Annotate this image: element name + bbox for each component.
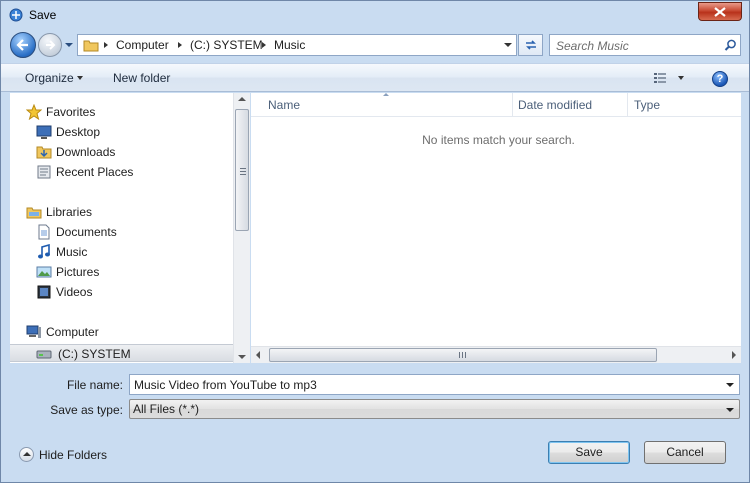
file-list[interactable]: Name Date modified Type No items match y… [251,93,741,363]
save-dialog: Save Computer (C:) SYSTEM Music Search M… [0,0,750,483]
refresh-icon [526,40,536,50]
file-list-horizontal-scrollbar[interactable] [251,346,741,363]
save-button[interactable]: Save [548,441,630,464]
window-title: Save [29,8,57,22]
nav-label: Favorites [46,105,96,119]
file-name-label: File name: [66,378,123,392]
recent-places-icon [37,165,51,179]
folder-icon [83,40,99,52]
save-as-type-value: All Files (*.*) [133,402,200,416]
search-input[interactable] [556,38,716,53]
nav-label: Desktop [56,125,101,139]
nav-label: Videos [56,285,93,299]
documents-icon [38,224,50,240]
breadcrumb-music[interactable]: Music [274,38,305,52]
sort-indicator-icon [383,93,389,96]
forward-button[interactable] [38,33,62,57]
command-bar: Organize New folder ? [1,63,749,92]
recent-pages-dropdown-icon[interactable] [64,41,74,49]
navigation-pane-scrollbar[interactable] [233,93,250,363]
new-folder-button[interactable]: New folder [113,71,170,85]
change-view-icon[interactable] [654,73,670,85]
hide-folders-label: Hide Folders [39,448,108,462]
nav-item-system-drive[interactable]: (C:) SYSTEM [10,344,242,362]
chevron-down-icon[interactable] [726,408,734,412]
column-header-row: Name Date modified Type [251,93,741,117]
address-dropdown-icon[interactable] [504,43,512,47]
nav-label: Music [56,245,88,259]
libraries-icon [26,207,42,219]
help-icon[interactable]: ? [712,71,728,87]
hard-drive-icon [36,350,52,359]
empty-list-message: No items match your search. [422,133,575,147]
nav-item-pictures[interactable]: Pictures [36,263,236,281]
nav-label: Downloads [56,145,116,159]
nav-item-documents[interactable]: Documents [36,223,236,241]
grip-icon [459,352,466,358]
nav-item-downloads[interactable]: Downloads [36,143,236,161]
app-icon [9,8,23,22]
star-icon [26,104,42,120]
column-divider[interactable] [627,93,628,117]
search-box[interactable] [549,34,741,56]
column-divider[interactable] [512,93,513,117]
organize-menu[interactable]: Organize [25,71,74,85]
breadcrumb-separator[interactable] [262,42,266,48]
nav-label: Pictures [56,265,100,279]
column-date-modified[interactable]: Date modified [518,98,592,112]
collapse-up-icon [19,447,34,462]
close-button[interactable] [698,2,742,21]
arrow-left-icon [16,39,28,51]
videos-icon [37,285,51,299]
nav-libraries[interactable]: Libraries [26,203,236,221]
column-type[interactable]: Type [634,98,660,112]
breadcrumb-separator[interactable] [104,42,108,48]
breadcrumb-separator[interactable] [178,42,182,48]
back-button[interactable] [10,32,36,58]
navigation-pane: Favorites Desktop Downloads Recent Place… [10,93,249,363]
grip-icon [240,168,246,175]
chevron-down-icon[interactable] [726,383,734,387]
title-bar: Save [1,1,749,29]
scroll-down-icon[interactable] [238,355,246,359]
computer-icon [26,325,41,338]
pictures-icon [36,266,52,278]
nav-label: Documents [56,225,117,239]
nav-item-music[interactable]: Music [36,243,236,261]
nav-item-desktop[interactable]: Desktop [36,123,236,141]
nav-item-recent-places[interactable]: Recent Places [36,163,236,181]
nav-label: (C:) SYSTEM [58,347,131,361]
nav-label: Libraries [46,205,93,219]
column-name[interactable]: Name [268,98,300,112]
chevron-down-icon[interactable] [77,76,83,80]
save-as-type-label: Save as type: [50,403,123,417]
desktop-icon [36,125,52,139]
scroll-thumb[interactable] [269,348,657,362]
breadcrumb-computer[interactable]: Computer [116,38,169,52]
nav-favorites[interactable]: Favorites [26,103,236,121]
refresh-button[interactable] [518,34,543,56]
music-note-icon [38,244,50,259]
scroll-thumb[interactable] [235,109,249,231]
nav-label: Computer [46,325,99,339]
file-name-combobox[interactable] [129,374,740,395]
file-name-input[interactable] [134,377,714,392]
downloads-folder-icon [36,146,52,159]
close-icon [714,7,726,17]
cancel-button[interactable]: Cancel [644,441,726,464]
nav-label: Recent Places [56,165,134,179]
save-as-type-select[interactable]: All Files (*.*) [129,399,740,419]
view-dropdown-icon[interactable] [678,76,684,80]
breadcrumb-drive[interactable]: (C:) SYSTEM [190,38,263,52]
nav-item-videos[interactable]: Videos [36,283,236,301]
search-icon[interactable] [724,39,737,52]
address-bar[interactable]: Computer (C:) SYSTEM Music [77,34,517,56]
scroll-up-icon[interactable] [238,97,246,101]
scroll-left-icon[interactable] [256,351,260,359]
scroll-right-icon[interactable] [732,351,736,359]
arrow-right-icon [46,40,56,50]
nav-computer[interactable]: Computer [26,323,236,341]
